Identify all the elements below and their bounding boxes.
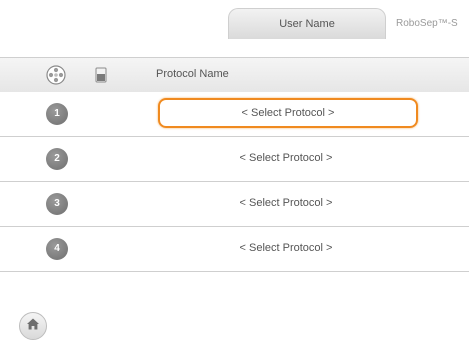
select-protocol-button-3[interactable]: < Select Protocol > bbox=[158, 188, 414, 218]
cell-separation-icon bbox=[46, 65, 66, 85]
protocol-row-3: 3 < Select Protocol > bbox=[0, 182, 469, 227]
protocol-row-4: 4 < Select Protocol > bbox=[0, 227, 469, 272]
quadrant-number-badge: 3 bbox=[46, 193, 68, 215]
quadrant-number-badge: 1 bbox=[46, 103, 68, 125]
vial-icon bbox=[95, 67, 107, 83]
top-bar: User Name RoboSep™-S bbox=[0, 0, 469, 50]
protocol-row-2: 2 < Select Protocol > bbox=[0, 137, 469, 182]
home-button[interactable] bbox=[19, 312, 47, 340]
select-protocol-button-1[interactable]: < Select Protocol > bbox=[158, 98, 418, 128]
table-header: Protocol Name bbox=[0, 57, 469, 93]
protocol-name-column-header: Protocol Name bbox=[156, 68, 229, 80]
select-protocol-button-2[interactable]: < Select Protocol > bbox=[158, 143, 414, 173]
select-protocol-button-4[interactable]: < Select Protocol > bbox=[158, 233, 414, 263]
quadrant-number-badge: 2 bbox=[46, 148, 68, 170]
user-name-tab[interactable]: User Name bbox=[228, 8, 386, 39]
quadrant-number-badge: 4 bbox=[46, 238, 68, 260]
home-icon bbox=[26, 317, 40, 336]
protocol-row-1: 1 < Select Protocol > bbox=[0, 92, 469, 137]
brand-label: RoboSep™-S bbox=[396, 18, 458, 29]
user-name-label: User Name bbox=[279, 18, 335, 30]
